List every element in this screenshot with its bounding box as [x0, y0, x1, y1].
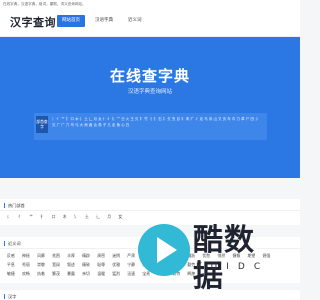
hot-radicals-row: 氵 亻 艹 扌 口 木 讠 土 辶 月 女	[7, 214, 128, 220]
word-link[interactable]: 贫困	[52, 253, 60, 258]
word-link[interactable]: 欢畅	[22, 271, 30, 276]
synonyms-heading: 近义词	[4, 241, 21, 246]
play-triangle-icon	[157, 237, 177, 263]
word-link[interactable]: 精辟	[82, 253, 90, 258]
word-link[interactable]: 风靡	[37, 253, 45, 258]
kuidc-watermark: 酷数据 KUIDC	[138, 221, 278, 294]
word-link[interactable]: 执着	[37, 271, 45, 276]
word-link[interactable]: 耻辱	[97, 262, 105, 267]
word-link[interactable]: 敏捷	[7, 271, 15, 276]
radical-link[interactable]: 月	[107, 214, 111, 219]
radical-link[interactable]: 口	[52, 214, 56, 219]
radical-link[interactable]: 辶	[96, 214, 100, 219]
radical-link[interactable]: 艹	[29, 214, 33, 219]
watermark-text: 酷数据	[193, 223, 255, 294]
radical-link[interactable]: 木	[63, 214, 67, 219]
radical-search-tag: 部首查字	[36, 116, 48, 133]
radical-link[interactable]: 土	[85, 214, 89, 219]
word-link[interactable]: 秀丽	[22, 262, 30, 267]
word-link[interactable]: 反感	[7, 253, 15, 258]
radical-link[interactable]: 女	[118, 214, 122, 219]
word-link[interactable]: 猛烈	[112, 271, 120, 276]
word-link[interactable]: 神秘	[22, 253, 30, 258]
word-link[interactable]: 亲切	[82, 271, 90, 276]
nav-item-home[interactable]: 网站首页	[57, 15, 85, 27]
word-heading: 汉字	[4, 294, 16, 299]
radical-link[interactable]: 扌	[40, 214, 44, 219]
nav-item-dictionary[interactable]: 汉语字典	[90, 15, 118, 27]
word-link[interactable]: 迅速	[127, 271, 135, 276]
hot-radicals-heading: 热门部首	[4, 203, 25, 208]
word-link[interactable]: 丰厚	[67, 253, 75, 258]
word-link[interactable]: 精致	[82, 262, 90, 267]
word-link[interactable]: 温暖	[97, 271, 105, 276]
word-link[interactable]: 平息	[7, 262, 15, 267]
radical-link[interactable]: 亻	[18, 214, 22, 219]
watermark-subtext: KUIDC	[196, 262, 270, 272]
divider	[0, 210, 300, 211]
word-link[interactable]: 迷惘	[112, 253, 120, 258]
hero-title: 在线查字典	[109, 67, 190, 85]
site-logo[interactable]: 汉字查询	[10, 14, 56, 31]
top-info-strip: 在线字典，汉语字典，组词，康熙，词义查询网站。	[0, 0, 300, 9]
word-link[interactable]: 优雅	[112, 262, 120, 267]
radical-search-panel: 部首查字 氵 亻 艹 扌 口 木 讠 土 辶 月 女 忄 纟 钅 宀 日 火 王…	[34, 113, 267, 140]
word-link[interactable]: 宁静	[127, 262, 135, 267]
hero-subtitle: 汉语字典查询网站	[127, 89, 172, 95]
word-link[interactable]: 宽阔	[52, 262, 60, 267]
radical-link[interactable]: 讠	[74, 214, 78, 219]
word-link[interactable]: 叙述	[67, 262, 75, 267]
word-link[interactable]: 崇敬	[37, 262, 45, 267]
site-header: 汉字查询 网站首页 汉语字典 近义词	[0, 9, 300, 37]
word-link[interactable]: 繁茂	[52, 271, 60, 276]
word-link[interactable]: 严肃	[127, 253, 135, 258]
word-link[interactable]: 暴露	[67, 271, 75, 276]
word-link[interactable]: 周密	[97, 253, 105, 258]
radical-list[interactable]: 氵 亻 艹 扌 口 木 讠 土 辶 月 女 忄 纟 钅 宀 日 火 王 贝 阝 …	[52, 116, 262, 128]
radical-link[interactable]: 氵	[7, 214, 11, 219]
hero-banner: 在线查字典 汉语字典查询网站 部首查字 氵 亻 艹 扌 口 木 讠 土 辶 月 …	[0, 37, 300, 178]
nav-item-synonyms[interactable]: 近义词	[123, 15, 147, 27]
main-nav: 网站首页 汉语字典 近义词	[57, 15, 152, 27]
